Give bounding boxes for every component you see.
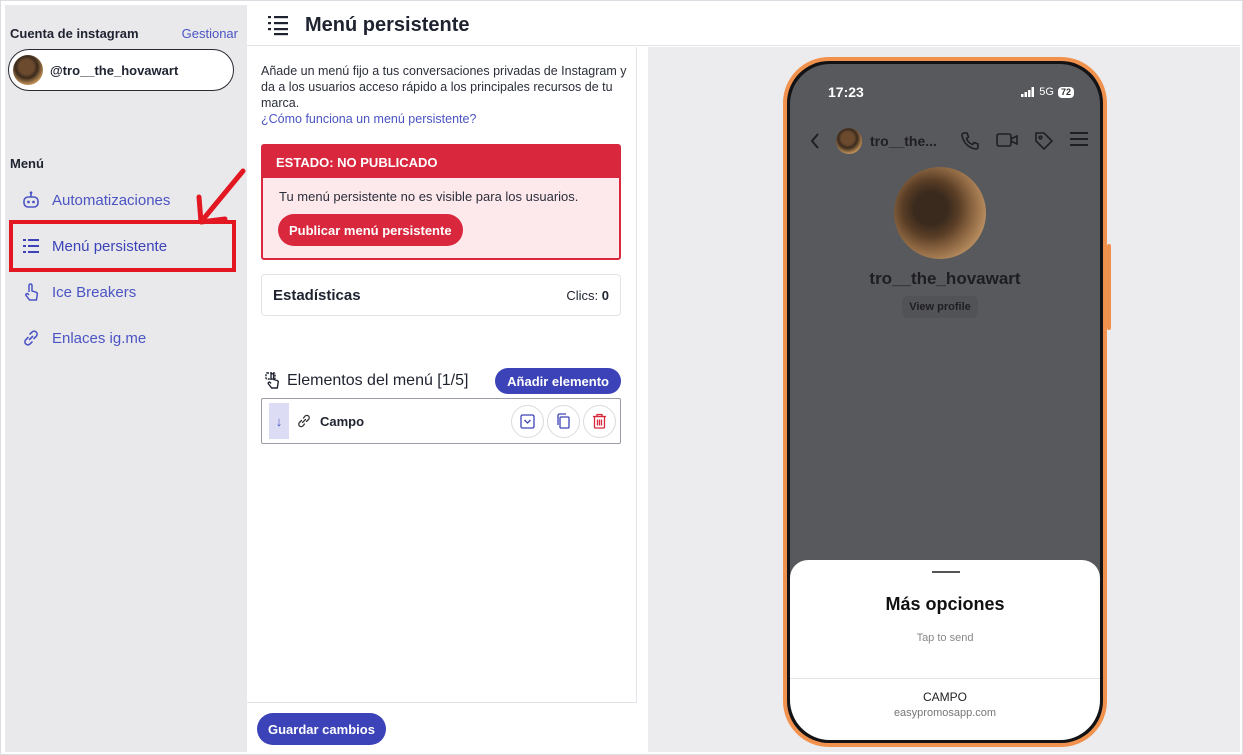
view-profile-button[interactable]: View profile [902,296,978,318]
menu-elements-header: Elementos del menú [1/5] Añadir elemento [265,368,621,394]
video-icon[interactable] [996,131,1018,149]
item-actions [511,404,616,438]
chat-header: tro__the... [790,126,1100,156]
sidebar-item-automatizaciones[interactable]: Automatizaciones [21,190,170,210]
description: Añade un menú fijo a tus conversaciones … [261,63,631,127]
footer-bar: Guardar cambios [247,702,637,752]
account-label: Cuenta de instagram [10,26,139,41]
sheet-grip[interactable] [932,571,960,573]
profile-name: tro__the_hovawart [869,269,1021,288]
sheet-item-label[interactable]: CAMPO [790,690,1100,704]
bottom-sheet: Más opciones Tap to send CAMPO easypromo… [790,560,1100,740]
tap-icon [21,282,41,302]
delete-button[interactable] [583,404,616,438]
menu-elements-title: Elementos del menú [1/5] [287,372,469,389]
clicks-counter: Clics: 0 [566,288,609,303]
expand-icon [520,413,535,429]
phone-side-button [1107,244,1111,330]
account-handle: @tro__the_hovawart [50,62,179,78]
manage-link[interactable]: Gestionar [182,26,238,41]
sheet-title: Más opciones [885,594,1005,614]
sidebar-item-enlaces[interactable]: Enlaces ig.me [21,328,146,348]
duplicate-button[interactable] [547,404,580,438]
save-button[interactable]: Guardar cambios [257,713,386,745]
sheet-subtitle: Tap to send [916,632,974,644]
link-icon [298,414,310,428]
chat-actions [960,131,1088,151]
phone-screen: 17:23 5G 72 tro__the... tro__the_hovawar… [790,64,1100,740]
list-icon [268,16,288,36]
app-window: Cuenta de instagram Gestionar @tro__the_… [0,0,1243,755]
sidebar: Cuenta de instagram Gestionar @tro__the_… [5,5,247,752]
sidebar-item-ice-breakers[interactable]: Ice Breakers [21,282,136,302]
phone-icon[interactable] [960,131,980,151]
page-title: Menú persistente [305,13,470,36]
page-header: Menú persistente [247,5,1240,46]
menu-icon[interactable] [1070,131,1088,147]
sidebar-item-label: Ice Breakers [52,283,137,301]
chat-avatar [836,128,862,154]
signal-icon [1021,87,1035,97]
avatar [13,55,43,85]
stats-card: Estadísticas Clics: 0 [261,274,621,316]
sheet-item-url: easypromosapp.com [893,707,997,719]
account-selector[interactable]: @tro__the_hovawart [8,49,234,91]
account-header: Cuenta de instagram Gestionar [10,26,238,41]
help-link[interactable]: ¿Cómo funciona un menú persistente? [261,111,631,127]
clicks-label: Clics: [566,287,599,303]
tap-icon [265,372,279,389]
edit-button[interactable] [511,404,544,438]
back-icon[interactable] [810,133,820,149]
phone-time: 17:23 [828,84,864,100]
status-title: ESTADO: NO PUBLICADO [263,146,619,178]
profile-avatar [894,167,986,259]
menu-item-name: Campo [320,413,365,429]
clicks-value: 0 [601,287,609,303]
phone-status-icons: 5G 72 [1021,86,1074,98]
sidebar-item-label: Enlaces ig.me [52,329,147,347]
publish-button[interactable]: Publicar menú persistente [278,214,463,246]
status-card: ESTADO: NO PUBLICADO Tu menú persistente… [261,144,621,260]
phone-frame: 17:23 5G 72 tro__the... tro__the_hovawar… [783,57,1111,747]
network-label: 5G [1039,86,1054,98]
red-arrow-icon [196,168,246,225]
phone-status-bar: 17:23 5G 72 [790,84,1100,100]
stats-title: Estadísticas [273,286,361,304]
add-element-button[interactable]: Añadir elemento [495,368,621,394]
status-message: Tu menú persistente no es visible para l… [279,189,579,204]
phone-preview-panel: 17:23 5G 72 tro__the... tro__the_hovawar… [648,47,1240,752]
phone-bezel: 17:23 5G 72 tro__the... tro__the_hovawar… [787,61,1103,743]
description-text: Añade un menú fijo a tus conversaciones … [261,64,627,110]
battery-icon: 72 [1057,86,1074,98]
chat-name: tro__the... [870,133,937,149]
trash-icon [593,413,606,429]
divider [790,678,1100,679]
sidebar-item-label: Automatizaciones [52,191,171,209]
copy-icon [557,413,570,429]
drag-handle[interactable]: ↓ [269,403,289,439]
menu-section-title: Menú [10,156,44,171]
tag-icon[interactable] [1034,131,1054,151]
list-item[interactable]: ↓ Campo [261,398,621,444]
link-icon [21,328,41,348]
editor-panel: Añade un menú fijo a tus conversaciones … [247,47,637,752]
robot-icon [21,190,41,210]
